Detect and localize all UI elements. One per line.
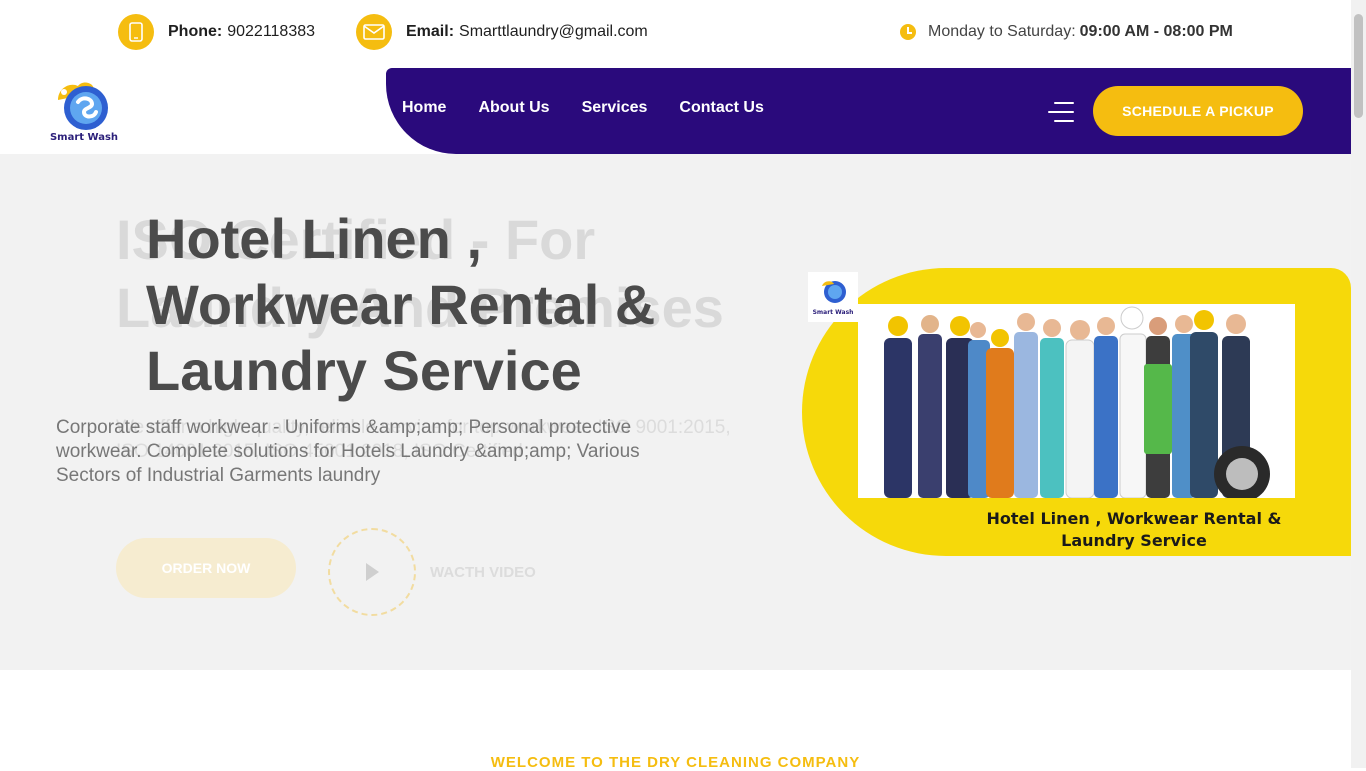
workers-photo bbox=[858, 304, 1295, 502]
hero-description: Corporate staff workwear - Uniforms &amp… bbox=[56, 417, 640, 486]
email-info[interactable]: Email: Smarttlaundry@gmail.com bbox=[356, 14, 648, 50]
welcome-heading: WELCOME TO THE DRY CLEANING COMPANY bbox=[490, 754, 861, 771]
email-label: Email: bbox=[406, 23, 455, 40]
hero-section: ISO Certified - For Laundry And Premises… bbox=[0, 154, 1351, 670]
top-info-bar: Phone: 9022118383 Email: Smarttlaundry@g… bbox=[0, 0, 1351, 68]
nav-item-about[interactable]: About Us bbox=[478, 99, 549, 117]
envelope-icon bbox=[356, 14, 392, 50]
email-address[interactable]: Smarttlaundry@gmail.com bbox=[459, 23, 648, 41]
nav-item-services[interactable]: Services bbox=[582, 99, 648, 117]
hours-info: Monday to Saturday: 09:00 AM - 08:00 PM bbox=[900, 14, 1238, 50]
hours-value: 09:00 AM - 08:00 PM bbox=[1079, 23, 1233, 40]
scrollbar-thumb[interactable] bbox=[1354, 14, 1363, 118]
phone-icon bbox=[118, 14, 154, 50]
watch-video-label[interactable]: WACTH VIDEO bbox=[430, 564, 536, 581]
nav-item-home[interactable]: Home bbox=[402, 99, 446, 117]
card-logo-text: Smart Wash bbox=[813, 309, 854, 316]
play-icon bbox=[366, 563, 379, 581]
card-logo: Smart Wash bbox=[808, 272, 858, 322]
order-now-button[interactable]: ORDER NOW bbox=[116, 538, 296, 598]
site-logo[interactable]: Smart Wash bbox=[48, 78, 120, 146]
phone-number[interactable]: 9022118383 bbox=[227, 23, 315, 41]
hours-label: Monday to Saturday: bbox=[928, 23, 1076, 40]
clock-icon bbox=[900, 24, 916, 40]
nav-links: Home About Us Services Contact Us bbox=[402, 99, 764, 117]
page-scrollbar[interactable] bbox=[1351, 0, 1366, 768]
nav-item-contact[interactable]: Contact Us bbox=[679, 99, 763, 117]
menu-icon[interactable] bbox=[1046, 102, 1074, 122]
play-video-button[interactable] bbox=[328, 528, 416, 616]
phone-info[interactable]: Phone: 9022118383 bbox=[118, 14, 315, 50]
card-caption: Hotel Linen , Workwear Rental & Laundry … bbox=[986, 509, 1282, 550]
phone-label: Phone: bbox=[168, 23, 223, 40]
schedule-pickup-button[interactable]: SCHEDULE A PICKUP bbox=[1093, 86, 1303, 136]
main-nav: Home About Us Services Contact Us SCHEDU… bbox=[386, 68, 1351, 154]
hero-title: Hotel Linen , Workwear Rental & Laundry … bbox=[146, 207, 656, 402]
logo-text: Smart Wash bbox=[49, 132, 119, 143]
